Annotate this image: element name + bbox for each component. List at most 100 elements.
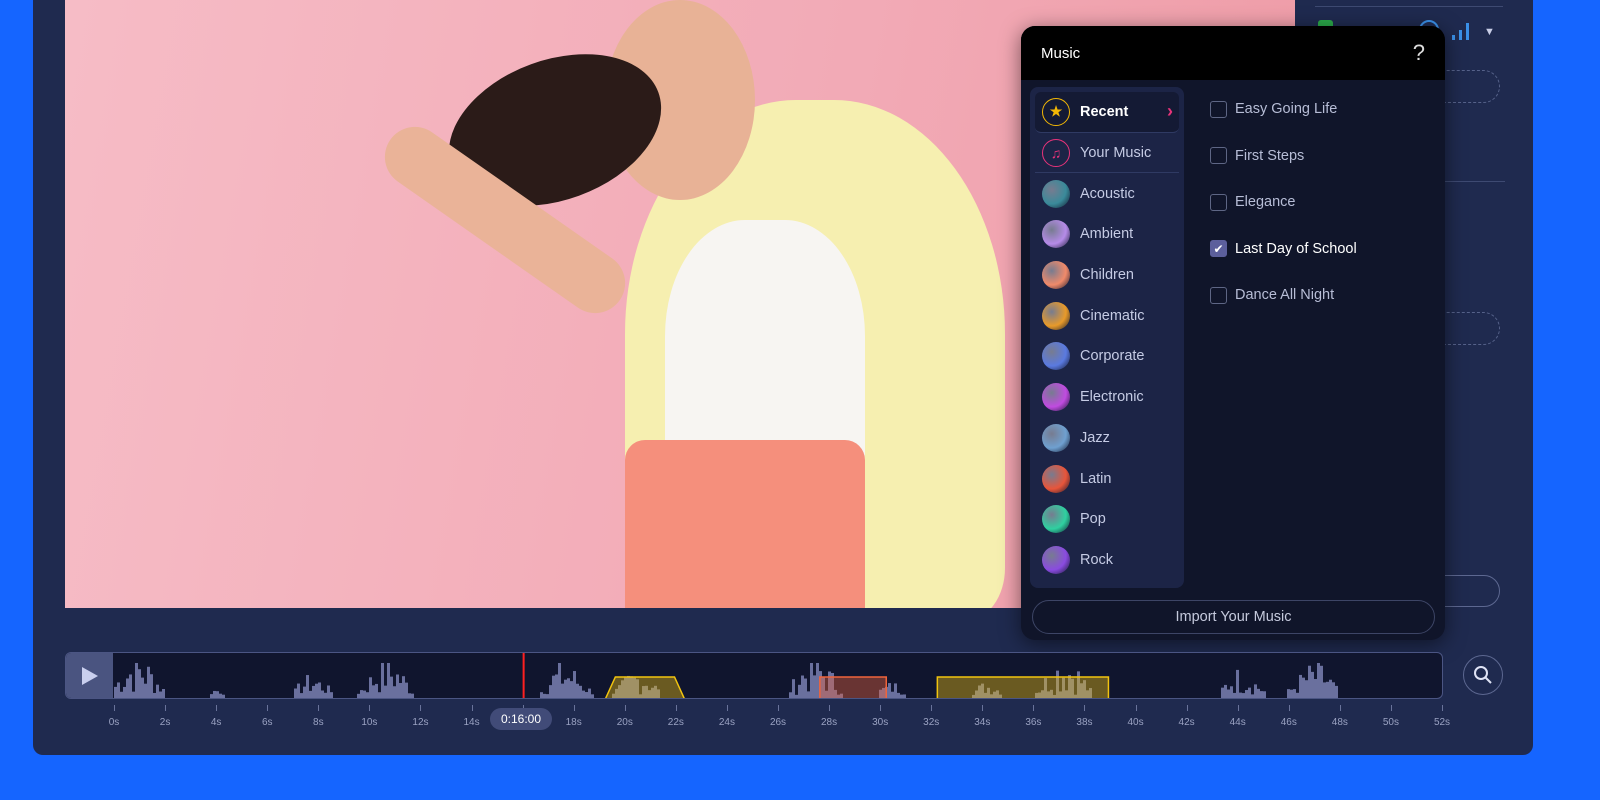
category-children[interactable]: Children [1035, 255, 1179, 296]
corporate-thumbnail-icon [1042, 342, 1070, 371]
waveform-bar [555, 674, 558, 698]
waveform-bar [375, 683, 378, 698]
waveform-bar [294, 688, 297, 698]
waveform-bar [357, 693, 360, 698]
category-your-music[interactable]: ♫ Your Music [1035, 133, 1179, 174]
waveform-bar [570, 681, 573, 698]
checkbox[interactable]: ✔ [1210, 240, 1227, 258]
tick-label: 36s [1025, 717, 1042, 728]
category-electronic[interactable]: Electronic [1035, 377, 1179, 418]
waveform-bar [1299, 674, 1302, 698]
waveform-bar [1263, 691, 1266, 698]
waveform-bar [813, 675, 816, 698]
waveform-bar [1287, 689, 1290, 698]
jazz-thumbnail-icon [1042, 423, 1070, 452]
play-button[interactable] [66, 653, 113, 698]
waveform-bar [162, 689, 165, 698]
waveform-bar [543, 693, 546, 698]
waveform-bar [219, 693, 222, 698]
tick [1033, 705, 1035, 711]
waveform-bar [1260, 691, 1263, 698]
category-recent[interactable]: ★ Recent › [1035, 92, 1179, 133]
category-label: Children [1080, 267, 1134, 284]
waveform-bar [804, 678, 807, 698]
waveform-bar [330, 692, 333, 698]
category-latin[interactable]: Latin [1035, 458, 1179, 499]
track-label: Easy Going Life [1235, 101, 1338, 118]
waveform-bar [1332, 682, 1335, 698]
track-label: Elegance [1235, 194, 1296, 211]
waveform-bar [123, 686, 126, 698]
track-item[interactable]: Dance All Night [1210, 272, 1357, 319]
waveform-bar [1296, 692, 1299, 698]
tick-label: 50s [1382, 717, 1399, 728]
help-icon[interactable]: ? [1413, 40, 1425, 66]
audio-segment[interactable] [819, 676, 888, 699]
tick [267, 705, 269, 711]
acoustic-thumbnail-icon [1042, 179, 1070, 208]
tick-label: 18s [565, 717, 582, 728]
category-label: Jazz [1080, 429, 1110, 446]
waveform-bar [120, 691, 123, 698]
search-icon [1474, 666, 1492, 684]
category-ambient[interactable]: Ambient [1035, 214, 1179, 255]
tick [471, 705, 473, 711]
waveform-bar [147, 666, 150, 698]
waveform-bar [324, 692, 327, 698]
checkbox[interactable] [1210, 100, 1227, 118]
tick-label: 14s [463, 717, 480, 728]
track-item[interactable]: ✔ Last Day of School [1210, 226, 1357, 273]
track-list: Easy Going Life First Steps Elegance ✔ Last … [1210, 86, 1357, 319]
waveform-bar [321, 690, 324, 698]
tick [880, 705, 882, 711]
category-label: Recent [1080, 103, 1129, 120]
waveform-bar [1308, 665, 1311, 698]
zoom-timeline-button[interactable] [1463, 655, 1503, 695]
waveform-bar [135, 663, 138, 698]
waveform-bar [1320, 665, 1323, 698]
category-jazz[interactable]: Jazz [1035, 418, 1179, 459]
audio-segment[interactable] [936, 676, 1110, 699]
audio-segment[interactable] [604, 676, 685, 699]
tick-label: 46s [1280, 717, 1297, 728]
ambient-thumbnail-icon [1042, 220, 1070, 249]
children-thumbnail-icon [1042, 261, 1070, 290]
checkbox[interactable] [1210, 193, 1227, 211]
tick [573, 705, 575, 711]
tick [1288, 705, 1290, 711]
category-corporate[interactable]: Corporate [1035, 336, 1179, 377]
waveform-bar [585, 692, 588, 698]
dropdown-caret-icon[interactable]: ▼ [1484, 26, 1495, 38]
waveform-bar [132, 691, 135, 698]
waveform-bar [891, 691, 894, 698]
timeline-track[interactable] [65, 652, 1443, 699]
waveform-bar [1314, 679, 1317, 698]
category-rock[interactable]: Rock [1035, 540, 1179, 581]
import-music-button[interactable]: Import Your Music [1032, 600, 1435, 634]
waveform-bar [387, 663, 390, 698]
waveform-bar [903, 694, 906, 698]
track-item[interactable]: Easy Going Life [1210, 86, 1357, 133]
tick [420, 705, 422, 711]
waveform-bar [1227, 689, 1230, 698]
tick [1135, 705, 1137, 711]
chevron-right-icon: › [1167, 101, 1173, 122]
waveform-bar [1248, 687, 1251, 698]
checkbox[interactable] [1210, 286, 1227, 304]
track-label: Dance All Night [1235, 287, 1335, 304]
waveform-bar [807, 691, 810, 698]
music-note-icon: ♫ [1042, 138, 1070, 167]
waveform-bar [1224, 684, 1227, 698]
waveform-bar [384, 685, 387, 698]
track-item[interactable]: First Steps [1210, 133, 1357, 180]
tick [829, 705, 831, 711]
waveform-bar [138, 669, 141, 698]
category-label: Acoustic [1080, 185, 1135, 202]
category-pop[interactable]: Pop [1035, 499, 1179, 540]
track-item[interactable]: Elegance [1210, 179, 1357, 226]
waveform-bar [408, 693, 411, 698]
category-acoustic[interactable]: Acoustic [1035, 173, 1179, 214]
waveform-bar [1302, 677, 1305, 698]
category-cinematic[interactable]: Cinematic [1035, 295, 1179, 336]
checkbox[interactable] [1210, 147, 1227, 165]
